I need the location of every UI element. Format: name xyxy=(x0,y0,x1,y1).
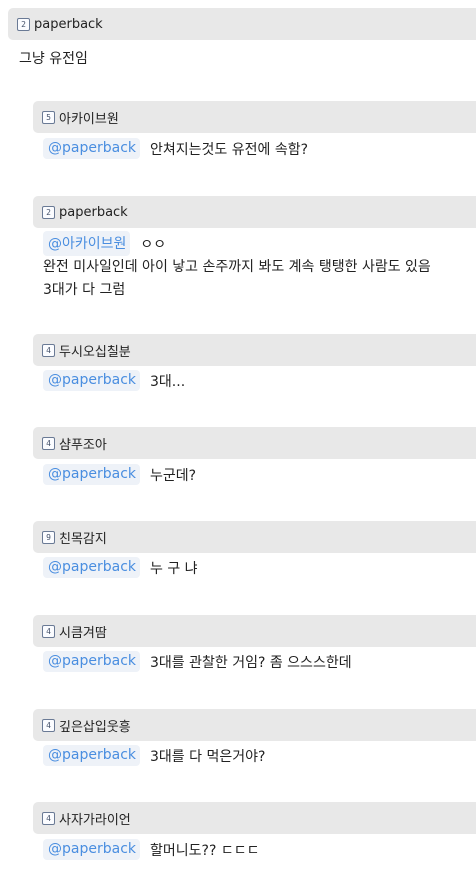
reply-header: 9 친목감지 xyxy=(33,521,476,553)
reply-body-continued: 완전 미사일인데 아이 낳고 손주까지 봐도 계속 탱탱한 사람도 있음 3대가… xyxy=(43,256,431,302)
mention-link[interactable]: @paperback xyxy=(43,745,140,766)
reply-text-line: 3대가 다 그럼 xyxy=(43,282,126,298)
reply-header: 4 샴푸조아 xyxy=(33,427,476,459)
reply-body: @paperback 3대... xyxy=(43,370,185,391)
mention-link[interactable]: @paperback xyxy=(43,557,140,578)
level-badge-icon: 2 xyxy=(17,17,30,31)
level-badge-icon: 2 xyxy=(42,205,55,219)
reply-text: 3대... xyxy=(150,373,186,390)
reply-author[interactable]: 깊은삽입웃흥 xyxy=(59,716,131,735)
reply-body: @paperback 3대를 다 먹은거야? xyxy=(43,745,265,766)
reply-text: 누 구 냐 xyxy=(150,560,198,577)
reply-text: 3대를 관찰한 거임? 좀 으스스한데 xyxy=(150,654,352,671)
mention-link[interactable]: @paperback xyxy=(43,464,140,485)
mention-link[interactable]: @paperback xyxy=(43,138,140,159)
level-badge-icon: 4 xyxy=(42,436,55,450)
reply-author[interactable]: paperback xyxy=(59,205,128,220)
reply-author[interactable]: 샴푸조아 xyxy=(59,434,107,453)
reply-body: @아카이브원 ㅇㅇ xyxy=(43,231,166,256)
reply-header: 2 paperback xyxy=(33,196,476,228)
reply-header: 5 아카이브원 xyxy=(33,101,476,133)
reply-text: ㅇㅇ xyxy=(140,236,167,253)
reply-text: 안쳐지는것도 유전에 속함? xyxy=(150,141,309,158)
post-header: 2 paperback xyxy=(8,8,476,40)
reply-author[interactable]: 친목감지 xyxy=(59,528,107,547)
level-badge-icon: 4 xyxy=(42,624,55,638)
reply-body: @paperback 누 구 냐 xyxy=(43,557,198,578)
reply-text-line: 완전 미사일인데 아이 낳고 손주까지 봐도 계속 탱탱한 사람도 있음 xyxy=(43,259,431,275)
reply-header: 4 사자가라이언 xyxy=(33,802,476,834)
reply-text: 3대를 다 먹은거야? xyxy=(150,748,266,765)
reply-body: @paperback 안쳐지는것도 유전에 속함? xyxy=(43,138,308,159)
level-badge-icon: 9 xyxy=(42,530,55,544)
level-badge-icon: 4 xyxy=(42,811,55,825)
reply-text: 누군데? xyxy=(150,467,197,484)
reply-header: 4 시큼겨땀 xyxy=(33,615,476,647)
mention-link[interactable]: @paperback xyxy=(43,370,140,391)
mention-link[interactable]: @아카이브원 xyxy=(43,231,131,256)
level-badge-icon: 4 xyxy=(42,343,55,357)
reply-body: @paperback 누군데? xyxy=(43,464,196,485)
reply-author[interactable]: 아카이브원 xyxy=(59,108,119,127)
mention-link[interactable]: @paperback xyxy=(43,839,140,860)
reply-body: @paperback 할머니도?? ㄷㄷㄷ xyxy=(43,839,259,860)
reply-header: 4 두시오십칠분 xyxy=(33,334,476,366)
reply-author[interactable]: 두시오십칠분 xyxy=(59,341,131,360)
reply-body: @paperback 3대를 관찰한 거임? 좀 으스스한데 xyxy=(43,651,352,672)
post-author[interactable]: paperback xyxy=(34,17,103,32)
reply-text: 할머니도?? ㄷㄷㄷ xyxy=(150,842,260,859)
reply-author[interactable]: 시큼겨땀 xyxy=(59,622,107,641)
reply-header: 4 깊은삽입웃흥 xyxy=(33,709,476,741)
level-badge-icon: 5 xyxy=(42,110,55,124)
reply-author[interactable]: 사자가라이언 xyxy=(59,809,131,828)
post-body: 그냥 유전임 xyxy=(19,51,88,67)
level-badge-icon: 4 xyxy=(42,718,55,732)
mention-link[interactable]: @paperback xyxy=(43,651,140,672)
